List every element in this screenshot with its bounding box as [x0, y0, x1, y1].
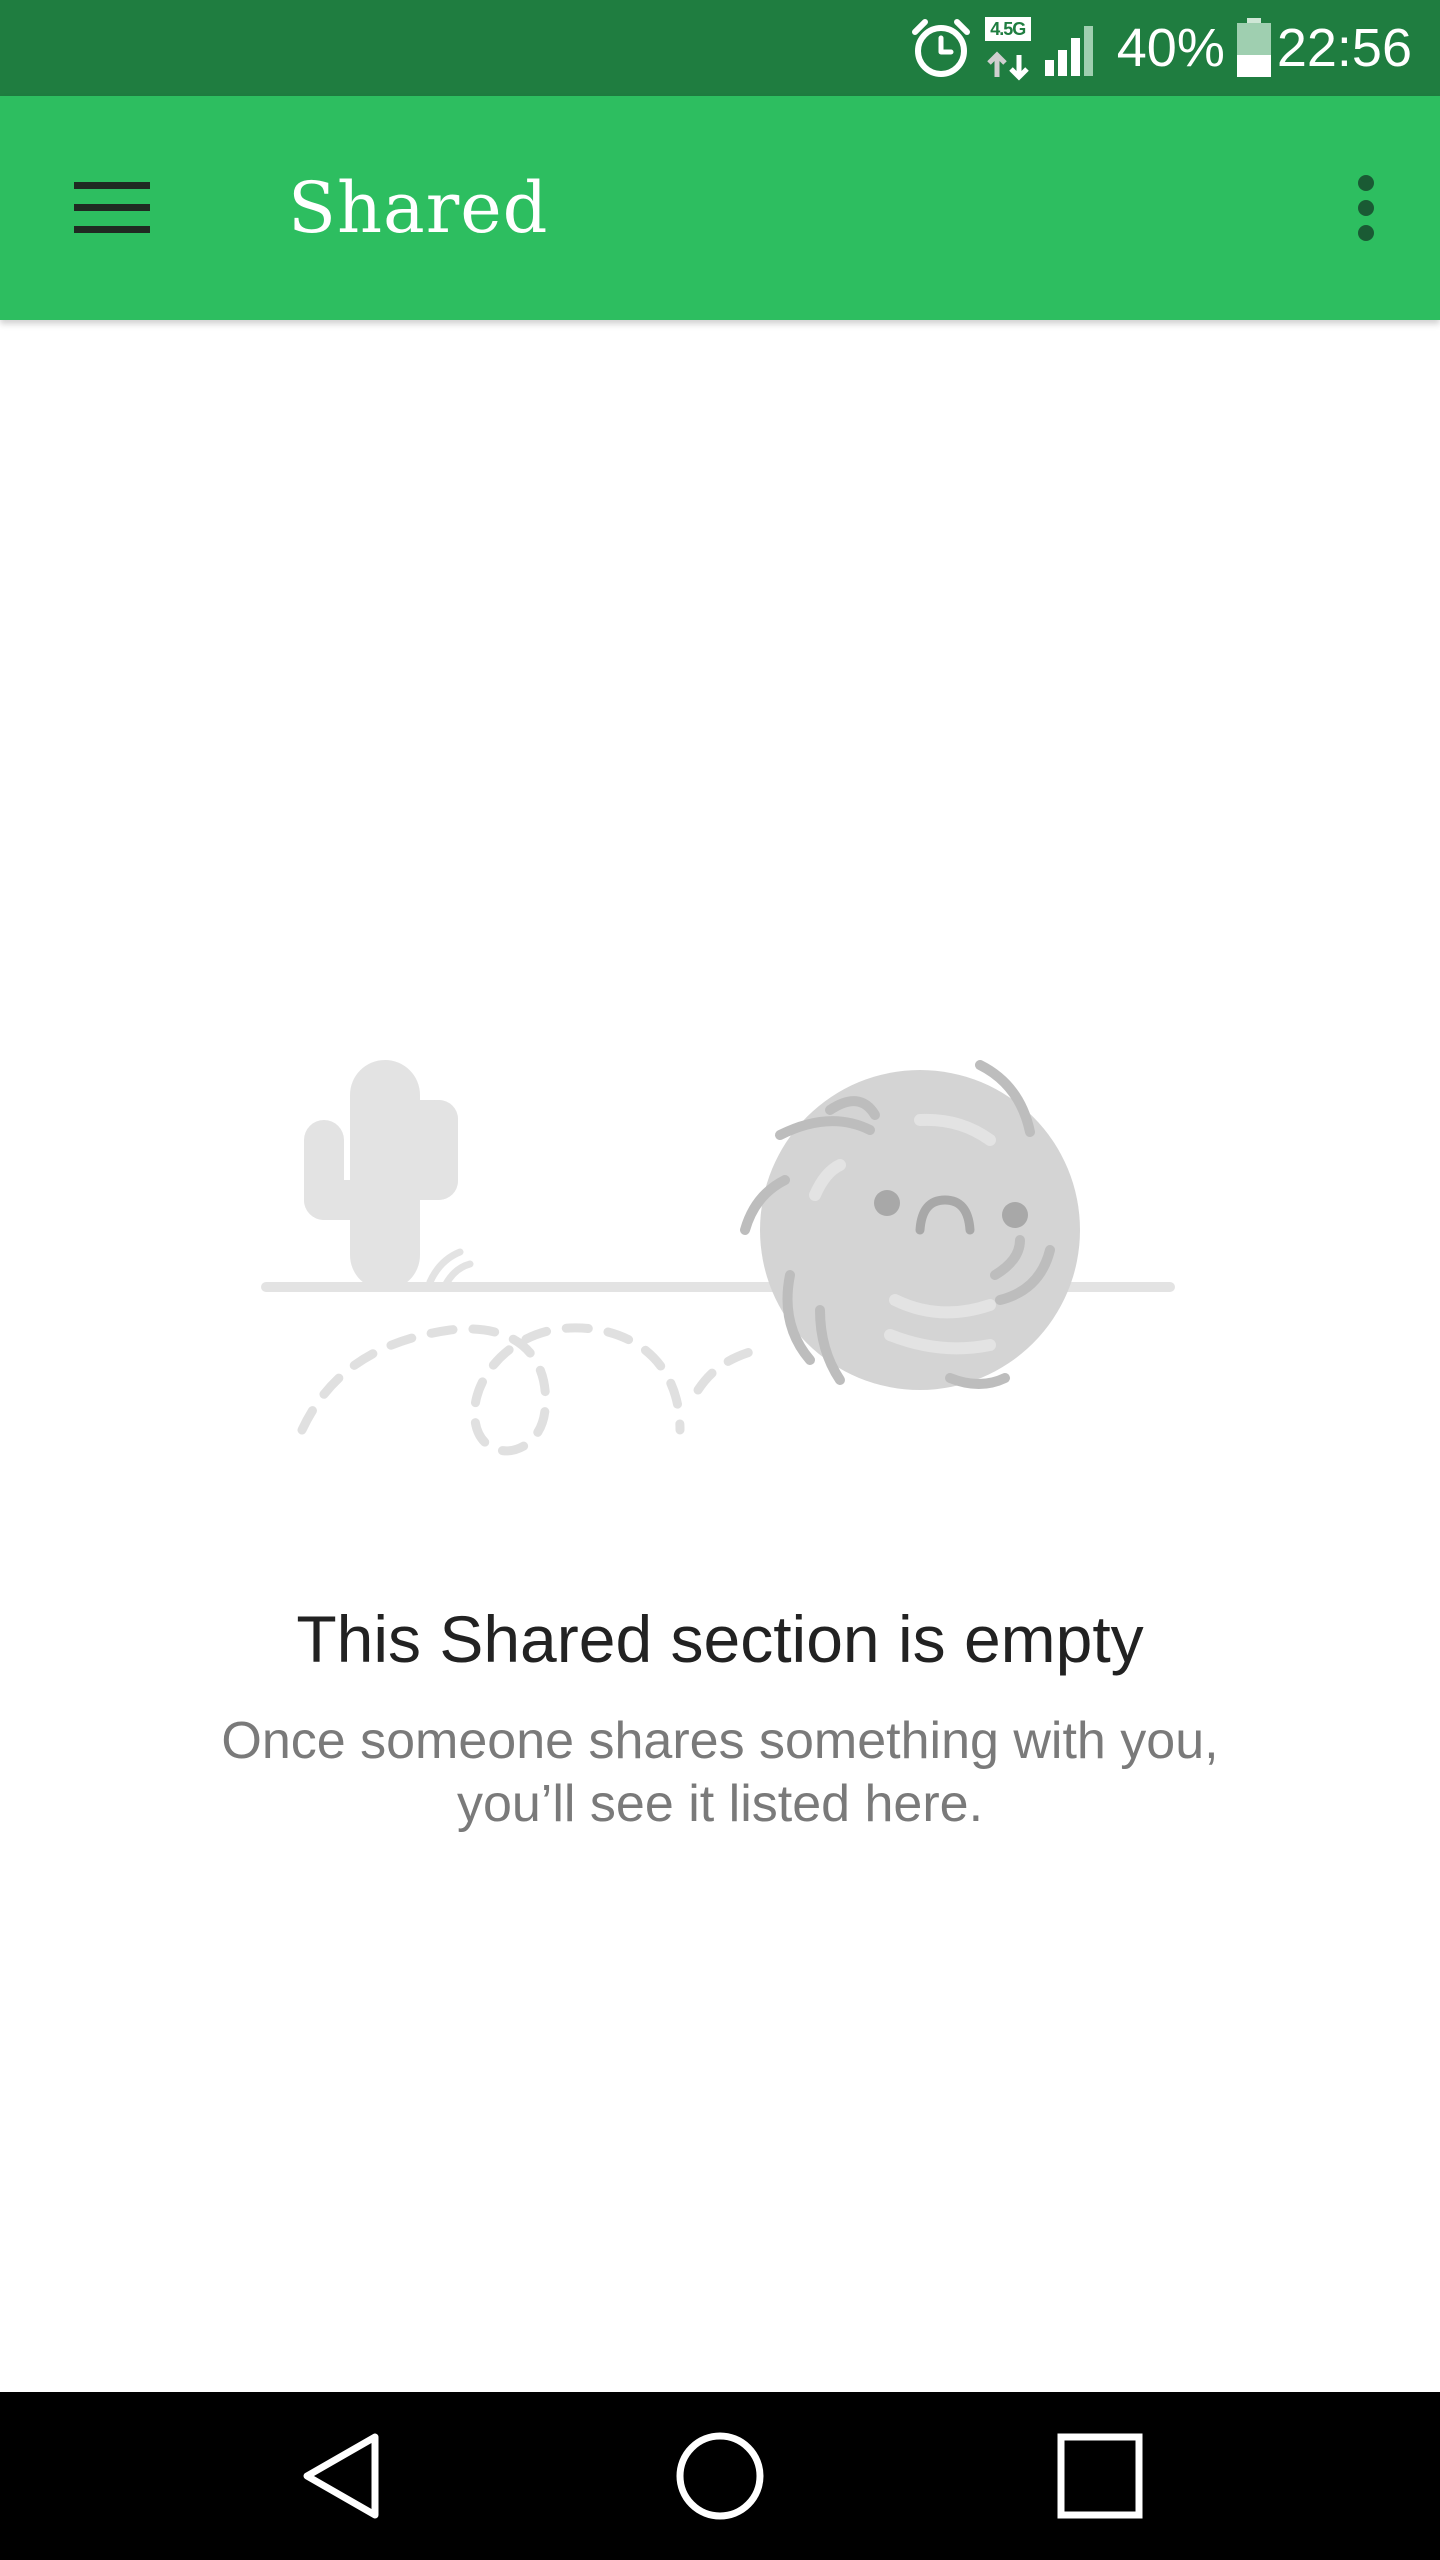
network-type-label: 4.5G — [990, 19, 1026, 39]
recents-icon — [1057, 2433, 1143, 2519]
empty-state-message: Once someone shares something with you, … — [221, 1712, 1219, 1833]
empty-state-title: This Shared section is empty — [296, 1602, 1144, 1676]
cactus-icon — [304, 1060, 458, 1290]
page-title: Shared — [288, 167, 549, 249]
desert-tumbleweed-illustration — [261, 1060, 1175, 1456]
home-button[interactable] — [640, 2416, 800, 2536]
status-icons: 4.5G 40% 22:56 — [899, 0, 1412, 96]
screen: 4.5G 40% 22:56 Shared This Shared sectio… — [0, 0, 1440, 2560]
hamburger-menu-icon — [74, 182, 150, 233]
clock: 22:56 — [1276, 18, 1412, 78]
menu-button[interactable] — [60, 166, 164, 250]
recents-button[interactable] — [1020, 2416, 1180, 2536]
battery-icon — [1236, 18, 1271, 77]
home-icon — [676, 2432, 764, 2520]
app-bar: Shared — [0, 96, 1440, 320]
alarm-icon — [911, 19, 970, 77]
status-bar: 4.5G 40% 22:56 — [0, 0, 1440, 96]
navigation-bar — [0, 2392, 1440, 2560]
data-transfer-icon: 4.5G — [983, 15, 1033, 81]
battery-percent: 40% — [1116, 18, 1225, 78]
back-button[interactable] — [262, 2416, 422, 2536]
overflow-menu-button[interactable] — [1328, 166, 1404, 250]
signal-icon — [1044, 26, 1093, 76]
back-icon — [303, 2433, 379, 2519]
more-vert-icon — [1358, 175, 1374, 241]
content-area: This Shared section is empty Once someon… — [0, 320, 1440, 2392]
